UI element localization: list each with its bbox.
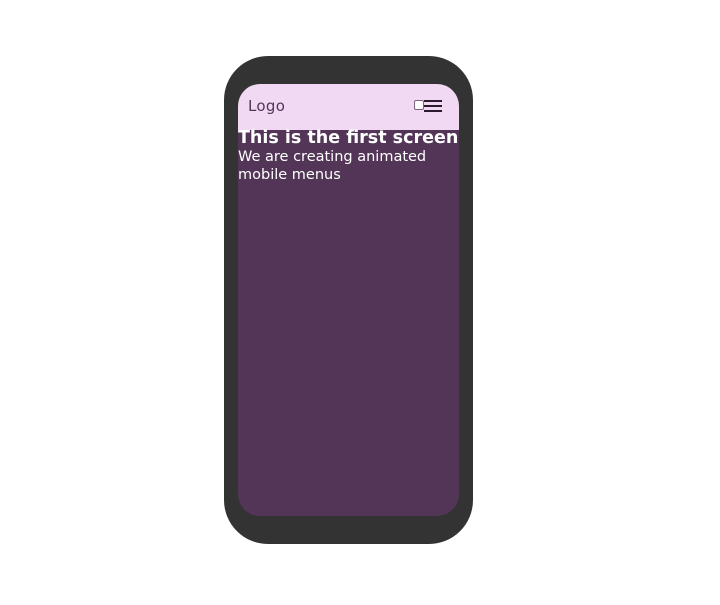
navbar: Logo — [238, 84, 459, 130]
phone-frame: Logo This is the first screen We are cre… — [224, 56, 473, 544]
main-content: This is the first screen We are creating… — [238, 128, 459, 184]
page-subtitle: We are creating animated mobile menus — [238, 149, 427, 183]
hamburger-icon[interactable] — [424, 99, 442, 112]
hamburger-line — [424, 100, 442, 102]
menu-toggle[interactable] — [414, 99, 444, 113]
phone-screen: Logo This is the first screen We are cre… — [238, 84, 459, 516]
menu-checkbox[interactable] — [414, 100, 424, 110]
page-title: This is the first screen — [238, 128, 459, 148]
logo[interactable]: Logo — [248, 97, 285, 115]
hamburger-line — [424, 105, 442, 107]
hamburger-line — [424, 110, 442, 112]
